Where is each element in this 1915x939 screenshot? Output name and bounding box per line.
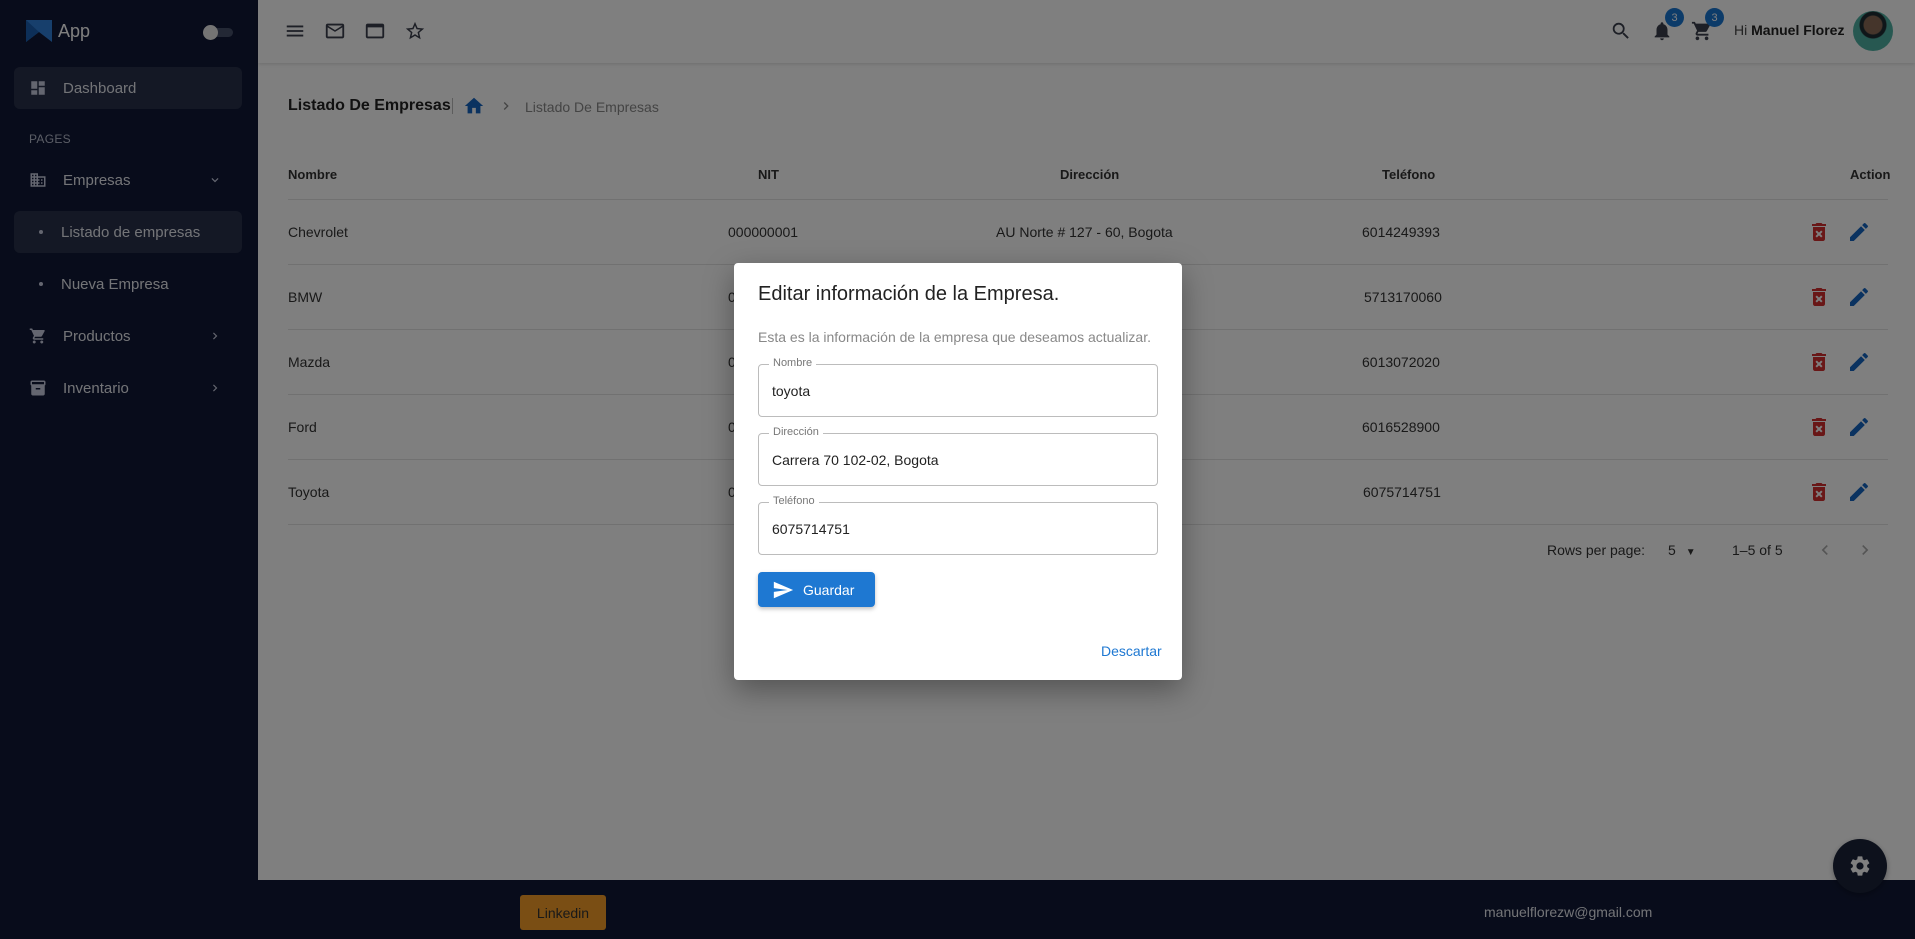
direccion-field: Dirección [758, 426, 1158, 486]
nombre-field: Nombre [758, 357, 1158, 417]
dialog-subtitle: Esta es la información de la empresa que… [758, 329, 1151, 345]
discard-button[interactable]: Descartar [1101, 643, 1162, 659]
save-button[interactable]: Guardar [758, 572, 875, 607]
send-icon [773, 581, 794, 598]
direccion-input[interactable] [772, 434, 1142, 485]
nombre-input[interactable] [772, 365, 1142, 416]
telefono-input[interactable] [772, 503, 1142, 554]
edit-company-dialog: Editar información de la Empresa. Esta e… [734, 263, 1182, 680]
telefono-field: Teléfono [758, 495, 1158, 555]
save-button-label: Guardar [803, 581, 855, 598]
dialog-title: Editar información de la Empresa. [758, 283, 1060, 305]
